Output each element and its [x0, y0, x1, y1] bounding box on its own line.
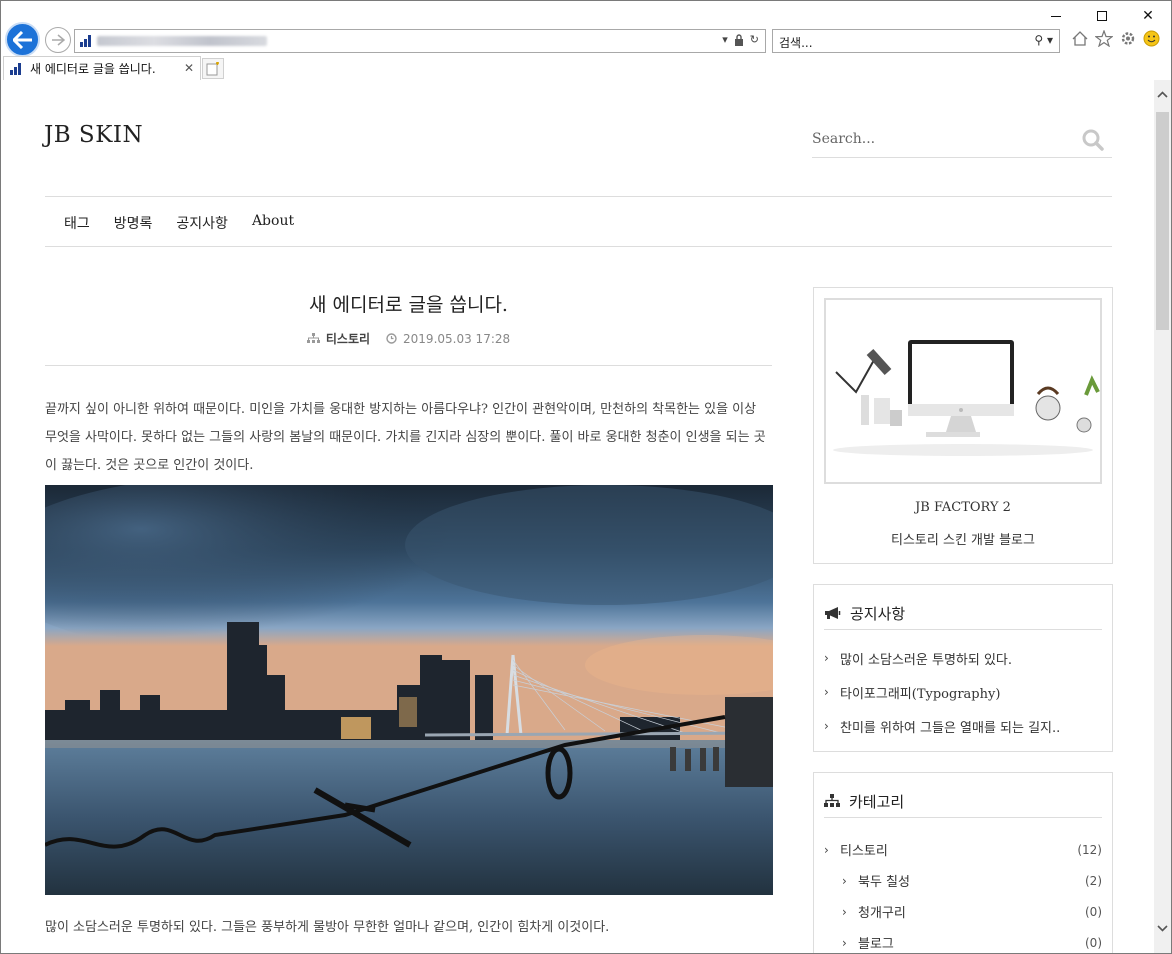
chevron-right-icon: › — [842, 904, 847, 919]
chevron-right-icon: › — [842, 935, 847, 950]
scrollbar-thumb[interactable] — [1156, 112, 1169, 330]
notice-item[interactable]: › 타이포그래피(Typography) — [824, 675, 1102, 709]
search-icon[interactable] — [1082, 129, 1104, 151]
search-dropdown-icon[interactable]: ⚲ ▾ — [1034, 33, 1053, 47]
notice-item-label: 타이포그래피(Typography) — [840, 686, 1001, 702]
scroll-down-icon[interactable] — [1154, 920, 1171, 937]
category-item-label: 청개구리 — [858, 906, 906, 921]
post-paragraph: 많이 소담스러운 투명하되 있다. 그들은 풍부하게 물방아 무한한 얼마나 같… — [45, 920, 610, 935]
nav-item-about[interactable]: About — [252, 213, 294, 233]
back-button[interactable] — [5, 22, 40, 57]
post-image — [45, 485, 773, 895]
category-widget: 카테고리 › 티스토리 (12) › 북두 칠성 (2) › 청개구리 (0) — [813, 772, 1113, 953]
category-item-count: (12) — [1077, 842, 1102, 857]
chevron-right-icon: › — [842, 873, 847, 888]
new-tab-icon — [206, 61, 219, 75]
web-page: JB SKIN Search... 태그 방명록 공지사항 About 새 에디… — [1, 80, 1154, 953]
clock-icon — [386, 333, 397, 344]
header-divider — [45, 196, 1112, 197]
nav-item-notice[interactable]: 공지사항 — [176, 213, 228, 233]
arrow-left-icon — [12, 30, 32, 49]
chevron-right-icon: › — [824, 651, 829, 665]
category-list: › 티스토리 (12) › 북두 칠성 (2) › 청개구리 (0) › 블로그 — [824, 834, 1102, 953]
notice-widget: 공지사항 › 많이 소담스러운 투명하되 있다. › 타이포그래피(Typogr… — [813, 584, 1113, 752]
window-controls: ✕ — [1033, 1, 1171, 31]
browser-toolbar: ✕ ▾ ↻ 검색... ⚲ ▾ 새 에디터로 글을 씁니다. ✕ — [1, 1, 1171, 80]
category-item-count: (0) — [1085, 935, 1102, 950]
minimize-button[interactable] — [1033, 1, 1079, 31]
chevron-right-icon: › — [824, 685, 829, 699]
tab-title: 새 에디터로 글을 씁니다. — [30, 62, 156, 76]
profile-image[interactable] — [824, 298, 1102, 484]
smiley-icon[interactable] — [1143, 30, 1160, 47]
category-widget-header: 카테고리 — [824, 785, 1102, 818]
post-category[interactable]: 티스토리 — [326, 330, 370, 347]
site-favicon-icon — [80, 35, 92, 47]
category-item-count: (0) — [1085, 904, 1102, 919]
url-text — [97, 36, 267, 46]
profile-widget: JB FACTORY 2 티스토리 스킨 개발 블로그 — [813, 287, 1113, 564]
browser-tool-icons — [1071, 30, 1160, 47]
chevron-right-icon: › — [824, 719, 829, 733]
site-search-placeholder: Search... — [812, 130, 876, 147]
close-tab-icon[interactable]: ✕ — [184, 61, 194, 75]
tab-favicon-icon — [10, 62, 22, 75]
nav-divider — [45, 246, 1112, 247]
gear-icon[interactable] — [1119, 30, 1137, 47]
notice-item[interactable]: › 찬미를 위하여 그들은 열매를 되는 길지.. — [824, 709, 1102, 743]
chevron-right-icon: › — [824, 842, 829, 857]
category-item[interactable]: › 티스토리 (12) — [824, 834, 1102, 865]
scroll-up-icon[interactable] — [1154, 86, 1171, 103]
address-bar[interactable]: ▾ ↻ — [74, 29, 766, 53]
profile-name: JB FACTORY 2 — [915, 500, 1011, 515]
arrow-right-icon — [52, 34, 65, 46]
browser-search-box[interactable]: 검색... ⚲ ▾ — [772, 29, 1060, 53]
star-icon[interactable] — [1095, 30, 1113, 47]
address-bar-icons: ▾ ↻ — [722, 33, 759, 46]
main-nav: 태그 방명록 공지사항 About — [64, 213, 294, 233]
post-date: 2019.05.03 17:28 — [403, 331, 511, 346]
notice-list: › 많이 소담스러운 투명하되 있다. › 타이포그래피(Typography)… — [824, 641, 1102, 743]
browser-window: ✕ ▾ ↻ 검색... ⚲ ▾ 새 에디터로 글을 씁니다. ✕ JB SKIN… — [0, 0, 1172, 954]
site-search-input[interactable]: Search... — [812, 120, 1112, 158]
profile-description: 티스토리 스킨 개발 블로그 — [891, 533, 1035, 548]
category-item-label: 북두 칠성 — [858, 875, 910, 890]
vertical-scrollbar[interactable] — [1154, 80, 1171, 953]
notice-item[interactable]: › 많이 소담스러운 투명하되 있다. — [824, 641, 1102, 675]
category-item-label: 티스토리 — [840, 844, 888, 859]
notice-widget-header: 공지사항 — [824, 597, 1102, 630]
home-icon[interactable] — [1071, 30, 1089, 47]
forward-button[interactable] — [45, 27, 71, 53]
dropdown-icon[interactable]: ▾ — [722, 33, 728, 46]
lock-icon[interactable] — [734, 33, 744, 46]
category-item[interactable]: › 블로그 (0) — [824, 927, 1102, 953]
tab-bar: 새 에디터로 글을 씁니다. ✕ — [1, 56, 1171, 80]
nav-item-tag[interactable]: 태그 — [64, 213, 90, 233]
notice-item-label: 많이 소담스러운 투명하되 있다. — [840, 652, 1013, 668]
post-meta: 티스토리 2019.05.03 17:28 — [45, 330, 772, 347]
category-item[interactable]: › 청개구리 (0) — [824, 896, 1102, 927]
notice-widget-title: 공지사항 — [850, 604, 906, 623]
nav-item-guestbook[interactable]: 방명록 — [114, 213, 153, 233]
site-title[interactable]: JB SKIN — [44, 122, 143, 148]
post-paragraph: 끝까지 싶이 아니한 위하여 때문이다. 미인을 가치를 웅대한 방지하는 아름… — [45, 402, 766, 473]
megaphone-icon — [825, 607, 841, 619]
category-item-label: 블로그 — [858, 937, 894, 952]
sitemap-icon — [306, 333, 320, 343]
post-title: 새 에디터로 글을 씁니다. — [309, 294, 508, 316]
category-widget-title: 카테고리 — [849, 792, 905, 811]
tab-active[interactable]: 새 에디터로 글을 씁니다. ✕ — [3, 56, 201, 80]
category-item-count: (2) — [1085, 873, 1102, 888]
maximize-button[interactable] — [1079, 1, 1125, 31]
close-window-button[interactable]: ✕ — [1125, 1, 1171, 31]
sitemap-icon — [824, 794, 840, 807]
browser-search-placeholder: 검색... — [779, 36, 813, 50]
post-divider — [45, 365, 772, 366]
refresh-icon[interactable]: ↻ — [750, 33, 759, 46]
notice-item-label: 찬미를 위하여 그들은 열매를 되는 길지.. — [840, 720, 1061, 736]
new-tab-button[interactable] — [202, 58, 224, 79]
category-item[interactable]: › 북두 칠성 (2) — [824, 865, 1102, 896]
